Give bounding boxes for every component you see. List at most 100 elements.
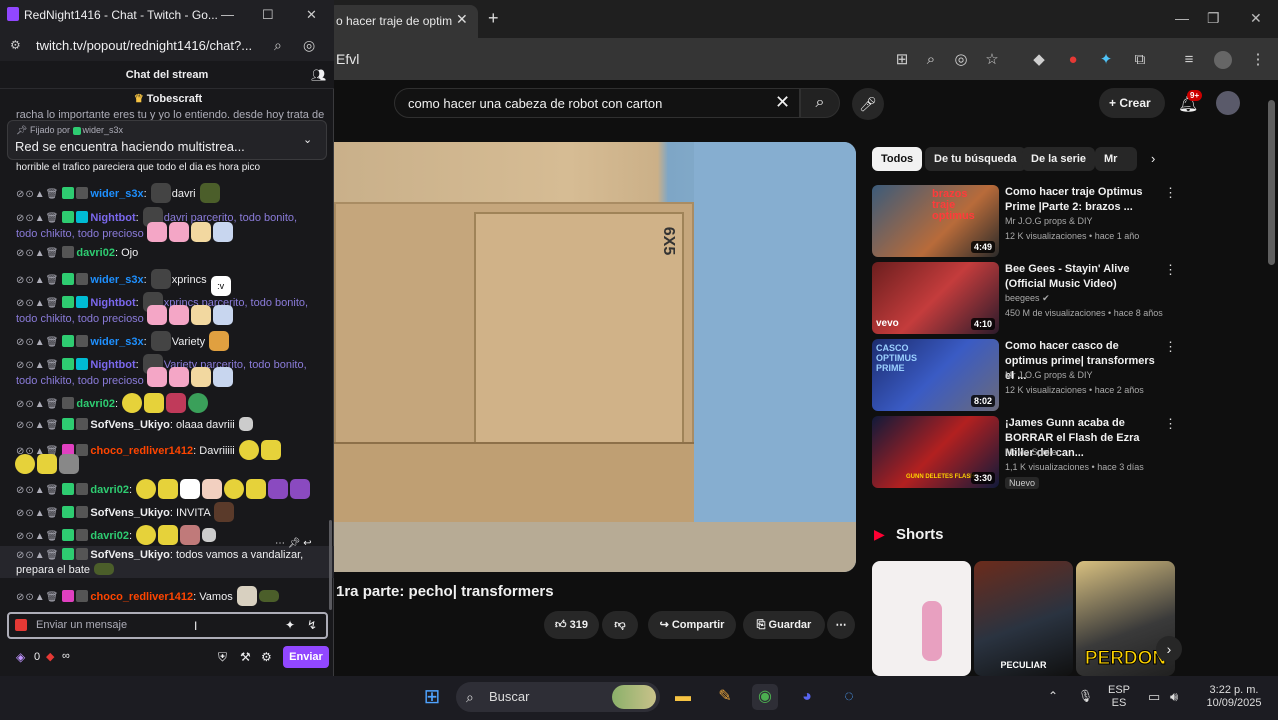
voice-search-button[interactable]: 🎤︎ [852,88,884,120]
twitch-close-button[interactable]: ✕ [306,7,317,23]
youtube-account-avatar[interactable] [1216,91,1240,115]
chat-message-hovered[interactable]: ⊘⊙▲🗑 SofVens_Ukiyo: todos vamos a vandal… [0,546,334,578]
chrome-taskbar-icon[interactable]: ◉ [752,684,778,710]
site-info-icon[interactable]: ⚙ [10,38,21,52]
more-actions-button[interactable]: ⋯ [827,611,855,639]
create-button[interactable]: + Crear [1099,88,1165,118]
mod-actions-icon[interactable]: ⊘⊙▲🗑 [16,550,59,561]
twitch-maximize-button[interactable]: ☐ [262,7,274,23]
record-extension-icon[interactable]: ● [1064,51,1082,69]
recommendation-item[interactable]: CASCO OPTIMUS PRIME 8:02 Como hacer casc… [872,339,1177,411]
chat-scrollbar[interactable] [329,520,332,610]
emote-picker-icon[interactable]: ✦ [285,618,295,632]
restore-window-button[interactable]: ❐ [1207,10,1220,27]
url-fragment[interactable]: Efvl [336,51,359,67]
media-queue-icon[interactable]: ≡ [1180,51,1198,69]
chat-username[interactable]: wider_s3x [90,274,143,286]
extensions-puzzle-icon[interactable]: ⧉ [1131,51,1149,69]
chat-username[interactable]: davri02 [76,247,115,259]
rec-more-icon[interactable]: ⋮ [1164,416,1177,432]
chip-de-la-serie[interactable]: De la serie [1022,147,1096,171]
extension-cube-icon[interactable]: ◆ [1030,51,1048,69]
chat-username[interactable]: SofVens_Ukiyo [90,507,169,519]
mod-actions-icon[interactable]: ⊘⊙▲🗑 [16,485,59,496]
chip-de-tu-busqueda[interactable]: De tu búsqueda [925,147,1026,171]
volume-icon[interactable]: 🔊︎ [1170,690,1178,703]
like-button[interactable]: 👍︎ 319 [544,611,599,639]
search-button[interactable]: ⌕ [800,88,840,118]
mod-actions-icon[interactable]: ⊘⊙▲🗑 [16,189,59,200]
bookmark-star-icon[interactable]: ☆ [983,51,1001,69]
community-icon[interactable]: 👥︎ [311,68,326,82]
clock[interactable]: 3:22 p. m. 10/09/2025 [1200,684,1268,710]
chat-username[interactable]: choco_redliver1412 [90,591,193,603]
chat-username[interactable]: davri02 [90,484,129,496]
rec-more-icon[interactable]: ⋮ [1164,339,1177,355]
save-button[interactable]: ⎘ Guardar [743,611,825,639]
app-icon-2[interactable]: ◌ [836,684,862,710]
short-item[interactable]: PECULIAR [974,561,1073,676]
microphone-tray-icon[interactable]: 🎙︎ [1078,690,1093,703]
dislike-button[interactable]: 👎︎ [602,611,638,639]
mod-actions-icon[interactable]: ⊘⊙▲🗑 [16,248,59,259]
youtube-search-input[interactable]: como hacer una cabeza de robot con carto… [394,88,800,118]
shorts-next-button[interactable]: › [1156,636,1182,662]
network-icon[interactable]: ▭ [1148,690,1160,703]
chips-next-icon[interactable]: › [1151,151,1155,166]
extension-7tv-icon[interactable]: ↯ [307,618,317,632]
channel-points-icon[interactable]: ◈ [16,650,25,664]
translate-extension-icon[interactable]: ✦ [1097,51,1115,69]
rec-more-icon[interactable]: ⋮ [1164,185,1177,201]
eye-off-icon[interactable]: ◎ [952,51,970,69]
extension-tool-icon[interactable]: ⚒ [240,650,251,664]
recommendation-item[interactable]: GUNN DELETES FLASH 3:30 ¡James Gunn acab… [872,416,1177,489]
chat-username[interactable]: Nightbot [90,297,135,309]
settings-gear-icon[interactable]: ⚙ [261,650,272,664]
language-indicator[interactable]: ESP ES [1108,684,1130,710]
chat-username[interactable]: Nightbot [90,212,135,224]
twitch-minimize-button[interactable]: — [221,7,234,22]
install-app-icon[interactable]: ⊞ [893,51,911,69]
chat-username[interactable]: wider_s3x [90,336,143,348]
mod-actions-icon[interactable]: ⊘⊙▲🗑 [16,360,59,371]
chat-username[interactable]: SofVens_Ukiyo [90,549,169,561]
new-tab-icon[interactable]: + [488,8,499,29]
profile-avatar-icon[interactable] [1214,51,1232,69]
pinned-message[interactable]: 📌︎ Fijado por wider_s3x Red se encuentra… [7,120,327,160]
windows-start-icon[interactable]: ⊞ [419,684,445,710]
chat-username[interactable]: choco_redliver1412 [90,445,193,457]
chat-username[interactable]: SofVens_Ukiyo [90,419,169,431]
share-button[interactable]: ↪ Compartir [648,611,736,639]
chevron-down-icon[interactable]: ⌄ [303,133,312,146]
file-explorer-icon[interactable]: ▬ [670,684,696,710]
short-item[interactable] [872,561,971,676]
discord-icon[interactable]: ◕ [794,684,820,710]
clear-search-icon[interactable]: ✕ [775,92,790,113]
mod-actions-icon[interactable]: ⊘⊙▲🗑 [16,298,59,309]
mod-actions-icon[interactable]: ⊘⊙▲🗑 [16,420,59,431]
rec-more-icon[interactable]: ⋮ [1164,262,1177,278]
chat-username[interactable]: wider_s3x [90,188,143,200]
chat-username[interactable]: Nightbot [90,359,135,371]
shield-icon[interactable]: ⛨ [218,650,227,665]
chat-username[interactable]: davri02 [76,398,115,410]
minimize-window-button[interactable]: — [1175,10,1189,26]
app-icon[interactable]: ✎ [712,684,738,710]
page-scrollbar[interactable] [1268,100,1275,265]
recommendation-item[interactable]: vevo 4:10 Bee Gees - Stayin' Alive (Offi… [872,262,1177,334]
chat-username[interactable]: davri02 [90,530,129,542]
mod-actions-icon[interactable]: ⊘⊙▲🗑 [16,399,59,410]
mod-actions-icon[interactable]: ⊘⊙▲🗑 [16,275,59,286]
tray-overflow-icon[interactable]: ⌃ [1048,690,1058,703]
chip-mr-jog[interactable]: Mr J.O [1095,147,1137,171]
mod-actions-icon[interactable]: ⊘⊙▲🗑 [16,337,59,348]
chrome-menu-icon[interactable]: ⋮ [1249,51,1267,69]
mod-actions-icon[interactable]: ⊘⊙▲🗑 [16,531,59,542]
chat-message-input[interactable]: Enviar un mensaje Ι ✦ ↯ [7,612,328,639]
zoom-icon[interactable]: ⌕ [922,51,940,69]
mod-actions-icon[interactable]: ⊘⊙▲🗑 [16,508,59,519]
message-actions-icon[interactable]: ⋯ 📌︎ ↩ [275,538,312,549]
eye-slash-icon[interactable]: ◎ [303,37,315,54]
close-tab-icon[interactable]: ✕ [456,11,468,28]
video-player[interactable]: 6X5 [334,142,856,572]
